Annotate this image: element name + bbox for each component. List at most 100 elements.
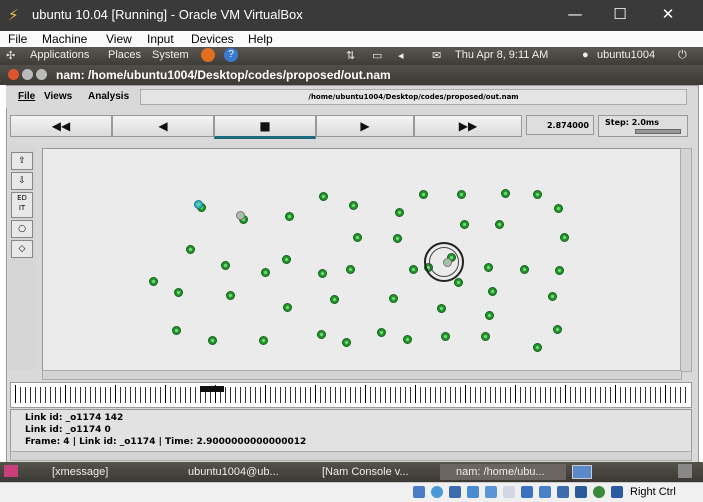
zoom-in-icon[interactable]: ⇧ [11, 152, 33, 170]
timeline-playhead[interactable] [200, 386, 224, 392]
network-node[interactable] [501, 189, 510, 198]
canvas-vertical-scrollbar[interactable] [680, 148, 692, 372]
maximize-window-icon[interactable] [36, 69, 47, 80]
show-desktop-icon[interactable] [4, 465, 18, 477]
network-node[interactable] [346, 265, 355, 274]
info-scrollbar[interactable] [10, 451, 692, 461]
mail-icon[interactable]: ✉ [432, 49, 441, 62]
network-adapter-icon[interactable] [467, 486, 479, 498]
network-node[interactable] [419, 190, 428, 199]
network-node[interactable] [403, 335, 412, 344]
rewind-button[interactable]: ◀◀ [10, 115, 112, 137]
network-node[interactable] [555, 266, 564, 275]
panel-menu-places[interactable]: Places [108, 49, 141, 61]
network-node[interactable] [533, 343, 542, 352]
network-node[interactable] [548, 292, 557, 301]
network-node[interactable] [437, 304, 446, 313]
step-control[interactable]: Step: 2.0ms [598, 115, 688, 137]
play-button[interactable]: ▶ [316, 115, 414, 137]
host-key-icon[interactable] [611, 486, 623, 498]
network-node[interactable] [342, 338, 351, 347]
network-node[interactable] [554, 204, 563, 213]
edit-mode-icon[interactable]: ED IT [11, 192, 33, 218]
vtx-icon[interactable] [557, 486, 569, 498]
user-icon[interactable]: ● [582, 49, 589, 61]
menu-input[interactable]: Input [147, 32, 174, 46]
network-node[interactable] [560, 233, 569, 242]
step-slider[interactable] [635, 129, 681, 134]
network-node[interactable] [409, 265, 418, 274]
network-node[interactable] [393, 234, 402, 243]
nam-menu-analysis[interactable]: Analysis [88, 91, 129, 102]
battery-icon[interactable]: ▭ [372, 49, 382, 62]
panel-menu-system[interactable]: System [152, 49, 189, 61]
display-icon[interactable] [521, 486, 533, 498]
network-node[interactable] [149, 277, 158, 286]
network-node[interactable] [221, 261, 230, 270]
shared-folders-icon[interactable] [503, 486, 515, 498]
network-node[interactable] [172, 326, 181, 335]
network-node[interactable] [495, 220, 504, 229]
network-node[interactable] [317, 330, 326, 339]
task-nam-window[interactable]: nam: /home/ubu... [440, 464, 566, 480]
guest-additions-icon[interactable] [593, 486, 605, 498]
network-node[interactable] [377, 328, 386, 337]
network-node[interactable] [520, 265, 529, 274]
network-node[interactable] [186, 245, 195, 254]
usb-icon[interactable] [485, 486, 497, 498]
panel-user[interactable]: ubuntu1004 [597, 49, 655, 61]
menu-help[interactable]: Help [248, 32, 273, 46]
network-node[interactable] [488, 287, 497, 296]
menu-view[interactable]: View [106, 32, 132, 46]
network-node[interactable] [481, 332, 490, 341]
network-node[interactable] [484, 263, 493, 272]
diamond-tool-icon[interactable]: ◇ [11, 240, 33, 258]
menu-machine[interactable]: Machine [42, 32, 87, 46]
volume-icon[interactable]: ◂ [398, 49, 404, 62]
power-icon[interactable]: ⏻ [678, 49, 687, 62]
task-nam-console[interactable]: [Nam Console v... [306, 464, 434, 480]
trash-icon[interactable] [678, 464, 692, 478]
firefox-icon[interactable] [201, 48, 215, 62]
optical-drive-icon[interactable] [431, 486, 443, 498]
close-icon[interactable]: ✕ [653, 5, 683, 23]
close-window-icon[interactable] [8, 69, 19, 80]
network-node[interactable] [533, 190, 542, 199]
menu-file[interactable]: File [8, 32, 27, 46]
panel-clock[interactable]: Thu Apr 8, 9:11 AM [455, 49, 548, 61]
network-animation-canvas[interactable] [42, 148, 682, 372]
network-node[interactable] [389, 294, 398, 303]
workspace-icon[interactable] [572, 465, 592, 479]
network-node[interactable] [553, 325, 562, 334]
inactive-node[interactable] [236, 211, 245, 220]
highlighted-node[interactable] [194, 200, 203, 209]
network-node[interactable] [208, 336, 217, 345]
minimize-window-icon[interactable] [22, 69, 33, 80]
canvas-horizontal-scrollbar[interactable] [42, 370, 682, 380]
step-back-button[interactable]: ◀ [112, 115, 214, 137]
menu-devices[interactable]: Devices [191, 32, 234, 46]
nam-menu-file[interactable]: File [18, 91, 35, 102]
zoom-out-icon[interactable]: ⇩ [11, 172, 33, 190]
panel-menu-applications[interactable]: Applications [30, 49, 89, 61]
network-node[interactable] [261, 268, 270, 277]
network-node[interactable] [259, 336, 268, 345]
network-node[interactable] [457, 190, 466, 199]
network-node[interactable] [282, 255, 291, 264]
video-capture-icon[interactable] [539, 486, 551, 498]
mouse-integration-icon[interactable] [575, 486, 587, 498]
network-node[interactable] [460, 220, 469, 229]
timeline-slider[interactable] [10, 382, 692, 408]
network-node[interactable] [395, 208, 404, 217]
network-node[interactable] [441, 332, 450, 341]
task-xmessage[interactable]: [xmessage] [36, 464, 162, 480]
hard-disk-icon[interactable] [413, 486, 425, 498]
network-node[interactable] [226, 291, 235, 300]
network-node[interactable] [353, 233, 362, 242]
nam-menu-views[interactable]: Views [44, 91, 72, 102]
fast-forward-button[interactable]: ▶▶ [414, 115, 522, 137]
stop-button[interactable]: ■ [214, 115, 316, 139]
network-node[interactable] [485, 311, 494, 320]
network-node[interactable] [283, 303, 292, 312]
maximize-icon[interactable]: ☐ [605, 5, 635, 23]
